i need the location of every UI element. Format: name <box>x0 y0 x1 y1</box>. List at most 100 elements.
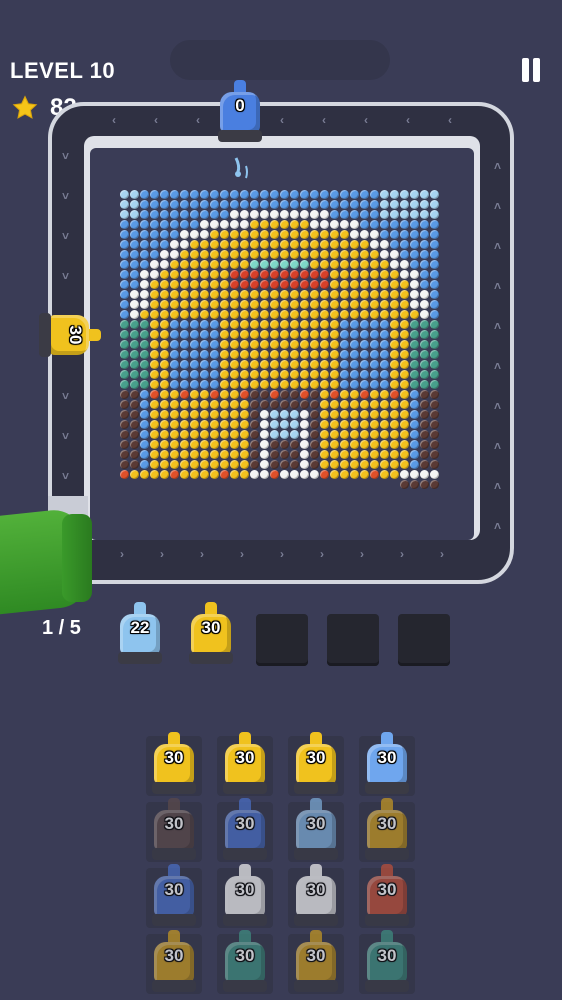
reserve-shooter[interactable]: 30 <box>363 732 411 796</box>
bead <box>160 290 169 299</box>
reserve-shooter[interactable]: 30 <box>363 930 411 994</box>
queue-progress: 1 / 5 <box>42 617 81 639</box>
bead <box>120 280 129 289</box>
bead <box>380 390 389 399</box>
reserve-shooter[interactable]: 30 <box>292 930 340 994</box>
bead <box>400 250 409 259</box>
bead <box>280 240 289 249</box>
bead <box>230 250 239 259</box>
bead <box>400 210 409 219</box>
bead <box>270 200 279 209</box>
bead <box>410 330 419 339</box>
bead <box>170 200 179 209</box>
bead <box>240 350 249 359</box>
track-arrow-icon: ‹ <box>154 113 158 127</box>
bead <box>410 220 419 229</box>
bead <box>140 390 149 399</box>
bead <box>160 440 169 449</box>
bead <box>310 300 319 309</box>
bead <box>400 260 409 269</box>
bead <box>220 190 229 199</box>
bead <box>120 430 129 439</box>
reserve-shooter[interactable]: 30 <box>292 798 340 862</box>
track-cart-left[interactable]: 30 <box>37 311 101 359</box>
bead <box>380 210 389 219</box>
bead <box>340 290 349 299</box>
bead <box>160 210 169 219</box>
bead <box>400 430 409 439</box>
bead <box>430 450 439 459</box>
reserve-shooter[interactable]: 30 <box>150 798 198 862</box>
bead <box>190 450 199 459</box>
reserve-shooter[interactable]: 30 <box>363 798 411 862</box>
bead <box>260 260 269 269</box>
bead <box>150 290 159 299</box>
bead <box>330 220 339 229</box>
bead <box>390 360 399 369</box>
bead <box>420 390 429 399</box>
bead <box>340 460 349 469</box>
bead <box>280 350 289 359</box>
bead <box>380 250 389 259</box>
bead <box>410 240 419 249</box>
queued-shooter[interactable]: 22 <box>116 602 164 666</box>
bead <box>390 440 399 449</box>
bead <box>290 370 299 379</box>
bead <box>180 280 189 289</box>
track-arrow-icon: ˅ <box>62 389 70 403</box>
bead <box>320 290 329 299</box>
bead <box>270 380 279 389</box>
reserve-shooter[interactable]: 30 <box>221 864 269 928</box>
bead <box>220 370 229 379</box>
bead <box>120 220 129 229</box>
reserve-shooter[interactable]: 30 <box>221 930 269 994</box>
bead <box>300 230 309 239</box>
bead <box>120 440 129 449</box>
bead <box>240 310 249 319</box>
bead <box>420 310 429 319</box>
reserve-shooter[interactable]: 30 <box>292 732 340 796</box>
bead <box>370 330 379 339</box>
bead <box>320 320 329 329</box>
reserve-shooter[interactable]: 30 <box>292 864 340 928</box>
queued-shooter[interactable]: 30 <box>187 602 235 666</box>
reserve-shooter[interactable]: 30 <box>363 864 411 928</box>
bead <box>130 220 139 229</box>
track-cart-top[interactable]: 0 <box>216 80 264 144</box>
bead <box>180 320 189 329</box>
bead <box>380 360 389 369</box>
bead <box>140 290 149 299</box>
bead <box>400 460 409 469</box>
bead <box>310 410 319 419</box>
bead <box>210 310 219 319</box>
reserve-shooter[interactable]: 30 <box>150 732 198 796</box>
bead <box>380 240 389 249</box>
bead <box>190 330 199 339</box>
bead <box>410 190 419 199</box>
bead <box>170 340 179 349</box>
bead <box>360 330 369 339</box>
reserve-shooter[interactable]: 30 <box>150 930 198 994</box>
bead <box>130 470 139 479</box>
reserve-shooter[interactable]: 30 <box>150 864 198 928</box>
pause-icon[interactable] <box>520 58 542 84</box>
reserve-shooter[interactable]: 30 <box>221 798 269 862</box>
bead <box>130 460 139 469</box>
bead <box>290 470 299 479</box>
reserve-shooter[interactable]: 30 <box>221 732 269 796</box>
bead <box>430 310 439 319</box>
bead <box>400 280 409 289</box>
bead <box>210 200 219 209</box>
bead <box>220 410 229 419</box>
bead <box>410 200 419 209</box>
bead <box>280 210 289 219</box>
bead <box>170 250 179 259</box>
bead <box>420 270 429 279</box>
bead <box>320 190 329 199</box>
bead <box>230 330 239 339</box>
bead <box>320 390 329 399</box>
bead <box>150 390 159 399</box>
level-title: LEVEL 10 <box>10 58 116 83</box>
bead <box>390 200 399 209</box>
bead <box>260 210 269 219</box>
